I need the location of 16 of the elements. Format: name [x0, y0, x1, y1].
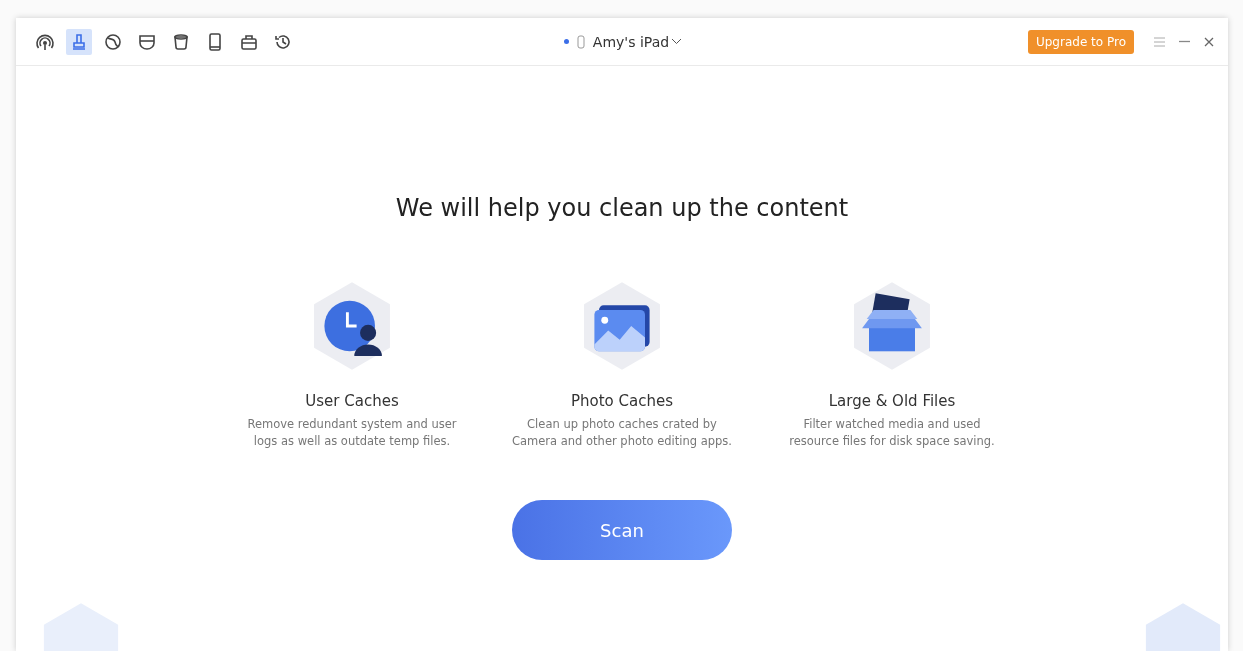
device-selector[interactable]: Amy's iPad — [592, 33, 683, 50]
minimize-button[interactable] — [1179, 40, 1190, 43]
feature-title: Photo Caches — [571, 392, 673, 410]
cup-icon — [171, 31, 191, 52]
feature-title: Large & Old Files — [828, 392, 956, 410]
page-heading: We will help you clean up the content — [395, 194, 849, 222]
globe-icon — [103, 31, 123, 52]
scan-button[interactable]: Scan — [512, 500, 732, 560]
upgrade-button[interactable]: Upgrade to Pro — [1027, 29, 1134, 54]
feature-description: Filter watched media and used resource files for disk space saving. — [788, 416, 996, 450]
phone-icon — [576, 34, 585, 49]
feature-title: User Caches — [305, 392, 399, 410]
feature-description: Remove redundant system and user logs as well as outdate temp files. — [246, 416, 458, 450]
feature-description: Clean up photo caches crated by Camera and other photo editing apps. — [512, 416, 732, 450]
chevron-down-icon — [671, 38, 683, 45]
close-button[interactable] — [1204, 36, 1214, 47]
